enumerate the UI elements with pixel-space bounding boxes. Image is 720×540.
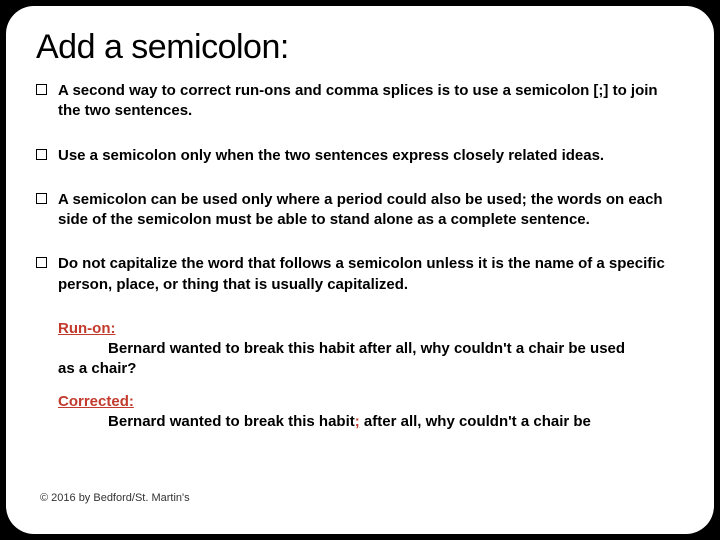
- copyright-text: © 2016 by Bedford/St. Martin's: [40, 492, 190, 504]
- slide-title: Add a semicolon:: [36, 28, 684, 67]
- bullet-2-between: when the two sentences express: [211, 147, 453, 164]
- runon-text-1: Bernard wanted to break this habit after…: [108, 340, 625, 357]
- checkbox-icon: [36, 84, 47, 95]
- slide-frame: Add a semicolon: A second way to correct…: [6, 6, 714, 534]
- corrected-post: after all, why couldn't a chair be: [360, 413, 591, 430]
- spacer: [58, 380, 684, 392]
- runon-line1: XXXXXBernard wanted to break this habit …: [58, 339, 684, 359]
- bullet-3-text: A semicolon can be used only where a per…: [58, 191, 663, 228]
- runon-label: Run-on:: [58, 320, 115, 337]
- example-block: Run-on: XXXXXBernard wanted to break thi…: [36, 319, 684, 432]
- corrected-row: Corrected:: [58, 392, 684, 412]
- bullet-1: A second way to correct run-ons and comm…: [36, 81, 684, 122]
- bullet-2-mid2: closely related ideas: [453, 147, 600, 164]
- bullet-4: Do not capitalize the word that follows …: [36, 254, 684, 295]
- bullet-4-text: Do not capitalize the word that follows …: [58, 255, 665, 292]
- bullet-2-post: .: [600, 147, 604, 164]
- corrected-label: Corrected:: [58, 393, 134, 410]
- bullet-2: Use a semicolon only when the two senten…: [36, 146, 684, 166]
- corrected-line1: XXXXXBernard wanted to break this habit;…: [58, 412, 684, 432]
- bullet-2-mid1: only: [181, 147, 212, 164]
- runon-line2: as a chair?: [58, 359, 684, 379]
- bullet-2-pre: Use a semicolon: [58, 147, 181, 164]
- checkbox-icon: [36, 257, 47, 268]
- checkbox-icon: [36, 149, 47, 160]
- corrected-pre: Bernard wanted to break this habit: [108, 413, 355, 430]
- bullet-3: A semicolon can be used only where a per…: [36, 190, 684, 231]
- runon-row: Run-on:: [58, 319, 684, 339]
- checkbox-icon: [36, 193, 47, 204]
- bullet-1-pre: A second way to correct run-ons and comm…: [58, 82, 515, 99]
- bullet-1-bold: semicolon [;]: [515, 82, 608, 99]
